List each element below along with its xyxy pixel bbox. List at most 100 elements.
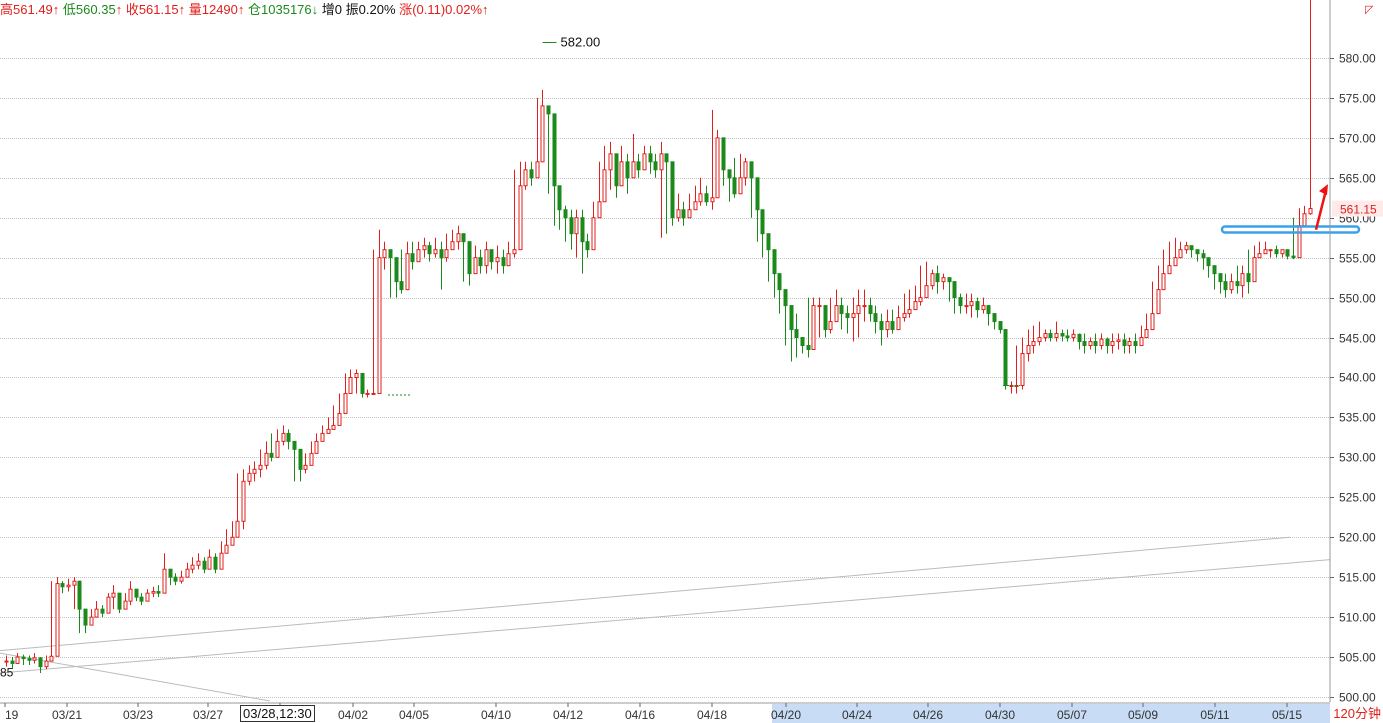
candle [902,293,907,322]
candle [314,433,319,454]
candle-body-down [569,217,574,235]
candle-body-up [241,480,246,522]
candle [44,655,49,670]
candle [495,245,500,274]
candle-body-down [117,592,122,610]
candle-body-up [811,305,816,351]
candle-body-up [72,580,77,586]
candle [1065,329,1070,342]
candle-body-down [806,345,811,351]
candle-body-up [49,655,54,662]
candle-body-up [1054,333,1059,339]
candle [320,425,325,442]
candle-body-down [1082,341,1087,347]
candle [981,297,986,314]
candle [1161,249,1166,291]
candle [1093,333,1098,354]
candle [484,241,489,274]
candle-body-up [1110,341,1115,347]
candle [552,113,557,226]
candle [1218,273,1223,294]
trendline-lower [0,559,1331,674]
candle [512,169,517,258]
candle [529,161,534,186]
candle [156,585,161,598]
candle-body-up [710,197,715,203]
candle-body-down [100,608,105,614]
candle-body-up [219,552,224,570]
candle-body-up [851,313,856,319]
candle-body-down [269,452,274,458]
candle-body-up [597,201,602,219]
candle-body-down [998,321,1003,331]
candle-body-up [179,576,184,582]
candle [275,429,280,458]
x-tick-label: 04/05 [399,708,429,722]
candle-body-up [676,209,681,219]
candle-body-down [789,305,794,331]
candle-body-down [585,241,590,251]
period-label[interactable]: 120分钟 [1331,705,1383,723]
candle-body-down [1189,245,1194,251]
candle-body-down [670,161,675,219]
candle-body-down [292,440,297,450]
candle-body-up [258,464,263,470]
candle-body-down [1093,341,1098,347]
candle [247,465,252,486]
candle [783,289,788,346]
candle-body-down [766,233,771,251]
candle-body-up [969,301,974,307]
candle-body-up [190,564,195,570]
candle [21,654,26,666]
candle-body-up [331,424,336,430]
candle-body-up [817,305,822,308]
candle [1189,245,1194,258]
candle [755,177,760,242]
candle-body-down [935,273,940,283]
candle-body-up [365,392,370,395]
candle-body-down [664,153,669,163]
candle [614,153,619,198]
candle-body-up [535,161,540,179]
candle [1139,325,1144,347]
candle [998,321,1003,334]
candle [32,653,37,664]
candle [1122,333,1127,354]
candle-body-down [1077,333,1082,343]
candlestick-chart[interactable]: 582.0085 500.00505.00510.00515.00520.005… [0,0,1383,723]
candle [1184,241,1189,254]
candle [1043,329,1048,342]
candle-body-up [1161,273,1166,291]
candle [235,473,240,538]
candle-body-up [337,412,342,426]
candle-body-down [467,241,472,275]
candle-body-up [151,591,156,594]
candle [1223,273,1228,298]
candle-body-up [1173,257,1178,267]
candle [27,655,32,666]
candle-body-up [1302,213,1307,227]
candle-body-down [749,161,754,179]
candle-body-down [439,249,444,259]
candle-body-down [704,193,709,203]
candle [676,193,681,222]
candle [252,461,257,482]
candle-body-up [433,249,438,255]
candle-body-up [574,217,579,235]
candle-body-up [981,305,986,311]
candle-body-down [873,313,878,323]
candle-body-down [721,137,726,171]
candle-body-down [1212,265,1217,275]
y-tick-label: 535.00 [1339,411,1376,425]
candle-body-down [388,249,393,259]
y-tick-label: 550.00 [1339,292,1376,306]
candle-body-down [580,217,585,243]
settings-corner-icon[interactable]: ◸ [1365,3,1377,16]
candle-body-down [1122,339,1127,347]
candle-body-down [38,657,43,668]
candle-body-up [473,257,478,275]
candle [828,297,833,334]
candle [1229,273,1234,294]
candle [1252,245,1257,283]
candle [856,289,861,338]
